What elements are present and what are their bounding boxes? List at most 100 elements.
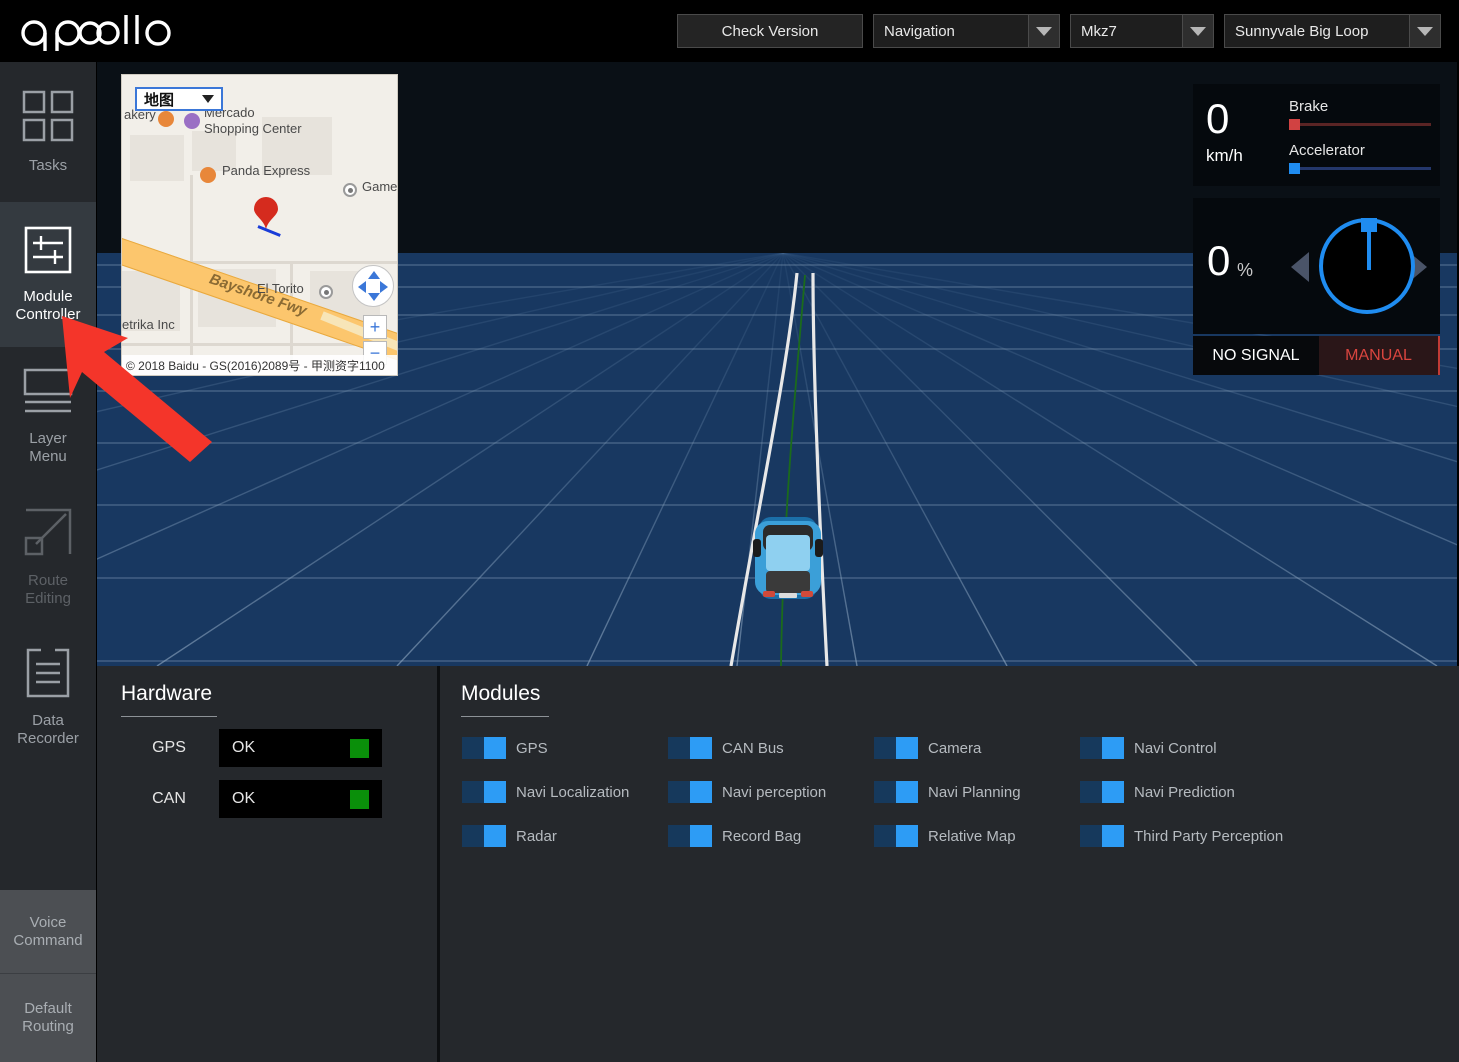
- sidebar-item-layer-menu[interactable]: Layer Menu: [0, 347, 96, 487]
- check-version-button[interactable]: Check Version: [677, 14, 863, 48]
- sidebar-item-module-controller[interactable]: Module Controller: [0, 202, 96, 347]
- module-toggle-switch[interactable]: [874, 825, 918, 847]
- module-toggle-switch[interactable]: [874, 737, 918, 759]
- hardware-row-gps: GPS OK: [119, 729, 382, 767]
- grid-icon: [21, 89, 75, 148]
- hardware-status-text: OK: [232, 739, 255, 757]
- modules-title-rule: [461, 716, 549, 717]
- sidebar-item-label-line1: Module: [23, 288, 72, 306]
- module-toggle-switch[interactable]: [462, 781, 506, 803]
- module-toggle-item[interactable]: Radar: [462, 814, 668, 858]
- map-poi-label: Shopping Center: [204, 121, 302, 136]
- modules-panel: Modules GPSCAN BusCameraNavi ControlNavi…: [440, 666, 1459, 1062]
- sliders-icon: [24, 226, 72, 279]
- mode-select[interactable]: Navigation: [873, 14, 1060, 48]
- steering-cap: [1361, 218, 1377, 232]
- vehicle-select[interactable]: Mkz7: [1070, 14, 1214, 48]
- hardware-name: GPS: [119, 739, 219, 757]
- chevron-down-icon: [1409, 14, 1441, 48]
- map-select[interactable]: Sunnyvale Big Loop: [1224, 14, 1441, 48]
- map-select-value: Sunnyvale Big Loop: [1224, 14, 1409, 48]
- module-label: Navi Localization: [516, 784, 629, 801]
- ego-vehicle: [753, 517, 823, 599]
- left-turn-signal-icon: [1291, 252, 1309, 282]
- sidebar-item-route-editing: Route Editing: [0, 487, 96, 627]
- module-label: Navi Control: [1134, 740, 1217, 757]
- steering-panel: 0 %: [1193, 198, 1440, 334]
- module-toggle-item[interactable]: GPS: [462, 726, 668, 770]
- module-toggle-item[interactable]: Camera: [874, 726, 1080, 770]
- pan-up-icon[interactable]: [368, 271, 380, 279]
- pan-down-icon[interactable]: [368, 293, 380, 301]
- module-toggle-item[interactable]: Navi perception: [668, 770, 874, 814]
- module-label: Radar: [516, 828, 557, 845]
- apollo-dreamview-app: Check Version Navigation Mkz7 Sunnyvale …: [0, 0, 1459, 1062]
- module-toggle-item[interactable]: Relative Map: [874, 814, 1080, 858]
- toggle-knob: [484, 825, 506, 847]
- toggle-knob: [896, 781, 918, 803]
- module-toggle-switch[interactable]: [668, 781, 712, 803]
- toggle-knob: [484, 781, 506, 803]
- brake-label: Brake: [1289, 98, 1328, 115]
- poi-icon-eltorito: [319, 285, 333, 299]
- sidebar-item-data-recorder[interactable]: Data Recorder: [0, 627, 96, 767]
- poi-icon-restaurant: [200, 167, 216, 183]
- module-toggle-switch[interactable]: [1080, 781, 1124, 803]
- sidebar-item-label-line2: Editing: [25, 590, 71, 608]
- route-icon: [22, 506, 74, 563]
- module-toggle-switch[interactable]: [1080, 825, 1124, 847]
- hardware-name: CAN: [119, 790, 219, 808]
- voice-command-label-line1: Voice: [13, 914, 82, 932]
- accelerator-track: [1289, 167, 1431, 170]
- pan-right-icon[interactable]: [380, 281, 388, 293]
- toggle-knob: [1102, 825, 1124, 847]
- poi-icon-shopping: [184, 113, 200, 129]
- hardware-title: Hardware: [121, 682, 212, 706]
- signal-status: NO SIGNAL: [1193, 336, 1319, 375]
- pan-left-icon[interactable]: [358, 281, 366, 293]
- module-toggle-switch[interactable]: [462, 825, 506, 847]
- module-label: GPS: [516, 740, 548, 757]
- toggle-knob: [484, 737, 506, 759]
- module-toggle-item[interactable]: Third Party Perception: [1080, 814, 1286, 858]
- map-type-value: 地图: [144, 89, 174, 110]
- steering-unit: %: [1237, 260, 1253, 281]
- module-toggle-switch[interactable]: [668, 825, 712, 847]
- toggle-knob: [690, 737, 712, 759]
- layers-icon: [21, 368, 75, 421]
- map-poi-label: etrika Inc: [122, 317, 175, 332]
- hardware-title-rule: [121, 716, 217, 717]
- module-toggle-item[interactable]: Navi Prediction: [1080, 770, 1286, 814]
- status-led-icon: [350, 739, 369, 758]
- sidebar-item-tasks[interactable]: Tasks: [0, 62, 96, 202]
- status-led-icon: [350, 790, 369, 809]
- map-pan-control[interactable]: [352, 265, 394, 307]
- map-zoom-in-button[interactable]: +: [363, 315, 387, 339]
- sidebar-item-label-line1: Layer: [29, 430, 67, 448]
- module-toggle-item[interactable]: Navi Planning: [874, 770, 1080, 814]
- minimap-widget[interactable]: Bayshore Fwy akery Mercado Shopping Cent…: [121, 74, 398, 376]
- status-bar: NO SIGNAL MANUAL: [1193, 336, 1440, 375]
- hardware-status: OK: [219, 729, 382, 767]
- module-toggle-item[interactable]: Navi Control: [1080, 726, 1286, 770]
- module-toggle-item[interactable]: CAN Bus: [668, 726, 874, 770]
- poi-icon-store: [343, 183, 357, 197]
- module-toggle-item[interactable]: Record Bag: [668, 814, 874, 858]
- hardware-panel: Hardware GPS OK CAN OK: [97, 666, 437, 1062]
- sidebar-item-default-routing[interactable]: Default Routing: [0, 974, 96, 1062]
- module-toggle-switch[interactable]: [668, 737, 712, 759]
- accelerator-label: Accelerator: [1289, 142, 1365, 159]
- sidebar-item-voice-command[interactable]: Voice Command: [0, 890, 96, 974]
- toggle-knob: [1102, 737, 1124, 759]
- default-routing-label-line1: Default: [22, 1000, 74, 1018]
- sidebar-item-label-line2: Recorder: [17, 730, 79, 748]
- speed-unit: km/h: [1206, 146, 1243, 166]
- module-toggle-switch[interactable]: [1080, 737, 1124, 759]
- module-toggle-switch[interactable]: [874, 781, 918, 803]
- module-label: Third Party Perception: [1134, 828, 1283, 845]
- sidebar: Tasks Module Controller: [0, 62, 96, 1062]
- chevron-down-icon: [202, 95, 214, 103]
- module-toggle-switch[interactable]: [462, 737, 506, 759]
- module-toggle-item[interactable]: Navi Localization: [462, 770, 668, 814]
- map-type-select[interactable]: 地图: [135, 87, 223, 111]
